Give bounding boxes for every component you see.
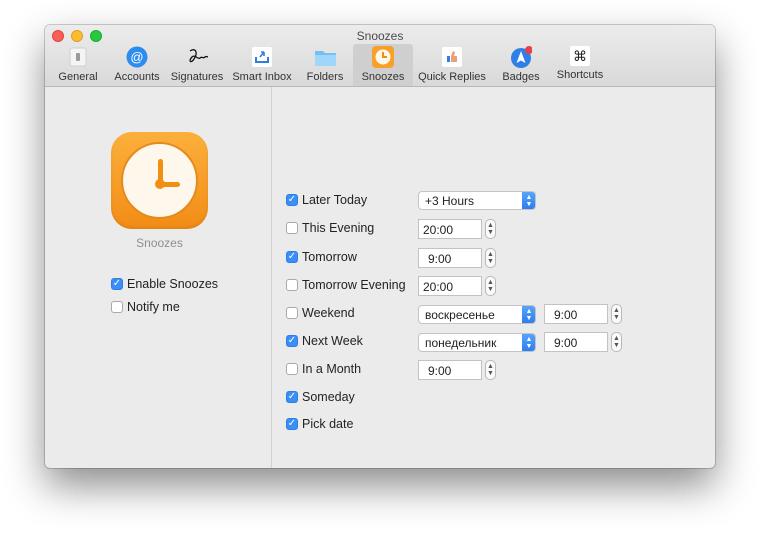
window-title: Snoozes — [356, 29, 404, 43]
tomorrow-evening-time-field[interactable]: 20:00 — [418, 276, 482, 296]
checkbox-box[interactable]: ✓ — [286, 251, 298, 263]
clock-icon — [372, 46, 394, 68]
in-a-month-checkbox[interactable]: In a Month — [286, 362, 361, 376]
checkbox-label: This Evening — [302, 221, 375, 235]
this-evening-time-stepper[interactable]: ▲ ▼ — [485, 219, 496, 239]
badge-icon — [510, 46, 532, 68]
checkbox-box[interactable] — [286, 279, 298, 291]
clock-hub — [155, 179, 165, 189]
checkbox-label: Next Week — [302, 334, 363, 348]
later-today-checkbox[interactable]: ✓ Later Today — [286, 193, 367, 207]
weekend-time-field[interactable]: 9:00 — [544, 304, 608, 324]
in-a-month-time-stepper[interactable]: ▲ ▼ — [485, 360, 496, 380]
weekend-time-stepper[interactable]: ▲ ▼ — [611, 304, 622, 324]
clock-face — [121, 142, 198, 219]
tomorrow-evening-checkbox[interactable]: Tomorrow Evening — [286, 278, 406, 292]
checkbox-box[interactable] — [286, 222, 298, 234]
pick-date-checkbox[interactable]: ✓ Pick date — [286, 417, 353, 431]
in-a-month-time-field[interactable]: 9:00 — [418, 360, 482, 380]
preferences-toolbar: General @ Accounts Signatures Smart Inbo… — [49, 44, 609, 86]
tab-snoozes[interactable]: Snoozes — [353, 44, 413, 86]
popup-arrows-icon: ▲ ▼ — [522, 306, 535, 323]
checkbox-label: Pick date — [302, 417, 354, 431]
tab-smart-inbox[interactable]: Smart Inbox — [227, 44, 297, 86]
next-week-day-popup[interactable]: понедельник ▲ ▼ — [418, 333, 536, 352]
checkbox-box[interactable]: ✓ — [286, 194, 298, 206]
popup-arrows-icon: ▲ ▼ — [522, 192, 535, 209]
checkbox-label: Later Today — [302, 193, 368, 207]
popup-value: +3 Hours — [425, 194, 475, 208]
app-icon-label: Snoozes — [136, 236, 183, 250]
popup-arrows-icon: ▲ ▼ — [522, 334, 535, 351]
checkbox-label: Notify me — [127, 300, 180, 314]
preferences-window: Snoozes General @ Accounts Signatures Sm… — [45, 25, 715, 468]
checkbox-label: In a Month — [302, 362, 362, 376]
someday-checkbox[interactable]: ✓ Someday — [286, 390, 355, 404]
tomorrow-checkbox[interactable]: ✓ Tomorrow — [286, 250, 357, 264]
next-week-time-field[interactable]: 9:00 — [544, 332, 608, 352]
thumbs-up-icon — [441, 46, 463, 68]
checkbox-label: Tomorrow — [302, 250, 357, 264]
tab-accounts[interactable]: @ Accounts — [107, 44, 167, 86]
weekend-checkbox[interactable]: Weekend — [286, 306, 355, 320]
at-sign-icon: @ — [126, 46, 148, 68]
popup-value: понедельник — [425, 336, 497, 350]
tomorrow-evening-time-stepper[interactable]: ▲ ▼ — [485, 276, 496, 296]
tab-quick-replies[interactable]: Quick Replies — [413, 44, 491, 86]
checkbox-box[interactable] — [286, 363, 298, 375]
general-icon — [67, 46, 89, 68]
tab-general[interactable]: General — [49, 44, 107, 86]
checkbox-label: Weekend — [302, 306, 355, 320]
title-bar: Snoozes General @ Accounts Signatures Sm… — [45, 25, 715, 87]
enable-snoozes-checkbox[interactable]: ✓ Enable Snoozes — [111, 277, 218, 291]
weekend-day-popup[interactable]: воскресенье ▲ ▼ — [418, 305, 536, 324]
snoozes-app-icon — [111, 132, 208, 229]
tab-shortcuts[interactable]: ⌘ Shortcuts — [551, 44, 609, 86]
next-week-time-stepper[interactable]: ▲ ▼ — [611, 332, 622, 352]
checkbox-label: Someday — [302, 390, 355, 404]
checkbox-label: Tomorrow Evening — [302, 278, 406, 292]
tab-folders[interactable]: Folders — [297, 44, 353, 86]
tomorrow-time-stepper[interactable]: ▲ ▼ — [485, 248, 496, 268]
pane-divider — [271, 87, 272, 468]
checkbox-box[interactable]: ✓ — [286, 391, 298, 403]
later-today-popup[interactable]: +3 Hours ▲ ▼ — [418, 191, 536, 210]
checkbox-box[interactable]: ✓ — [286, 418, 298, 430]
smart-inbox-icon — [251, 46, 273, 68]
svg-text:@: @ — [130, 50, 143, 65]
snoozes-pane: Snoozes ✓ Enable Snoozes Notify me ✓ Lat… — [45, 87, 715, 468]
checkbox-box[interactable] — [111, 301, 123, 313]
tab-signatures[interactable]: Signatures — [167, 44, 227, 86]
folder-icon — [314, 46, 336, 68]
this-evening-time-field[interactable]: 20:00 — [418, 219, 482, 239]
next-week-checkbox[interactable]: ✓ Next Week — [286, 334, 363, 348]
checkbox-box[interactable] — [286, 307, 298, 319]
command-icon: ⌘ — [570, 46, 590, 66]
checkbox-box[interactable]: ✓ — [286, 335, 298, 347]
notify-me-checkbox[interactable]: Notify me — [111, 300, 180, 314]
checkbox-box[interactable]: ✓ — [111, 278, 123, 290]
tab-badges[interactable]: Badges — [491, 44, 551, 86]
signature-icon — [186, 46, 208, 68]
this-evening-checkbox[interactable]: This Evening — [286, 221, 374, 235]
popup-value: воскресенье — [425, 308, 495, 322]
tomorrow-time-field[interactable]: 9:00 — [418, 248, 482, 268]
checkbox-label: Enable Snoozes — [127, 277, 219, 291]
